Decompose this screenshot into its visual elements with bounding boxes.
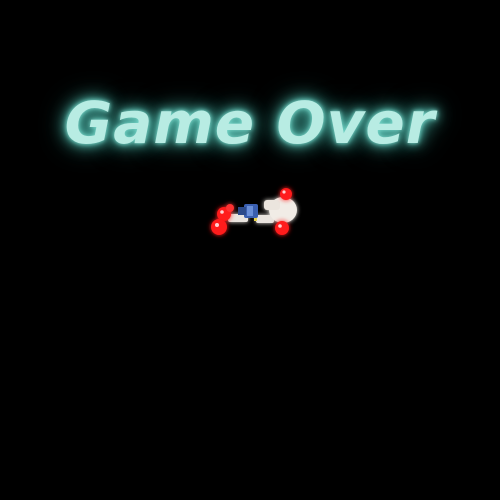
crashed-character-sprite-icon [200, 180, 310, 250]
game-over-title: Game Over [64, 89, 436, 157]
game-screen: Game Over [0, 0, 500, 500]
